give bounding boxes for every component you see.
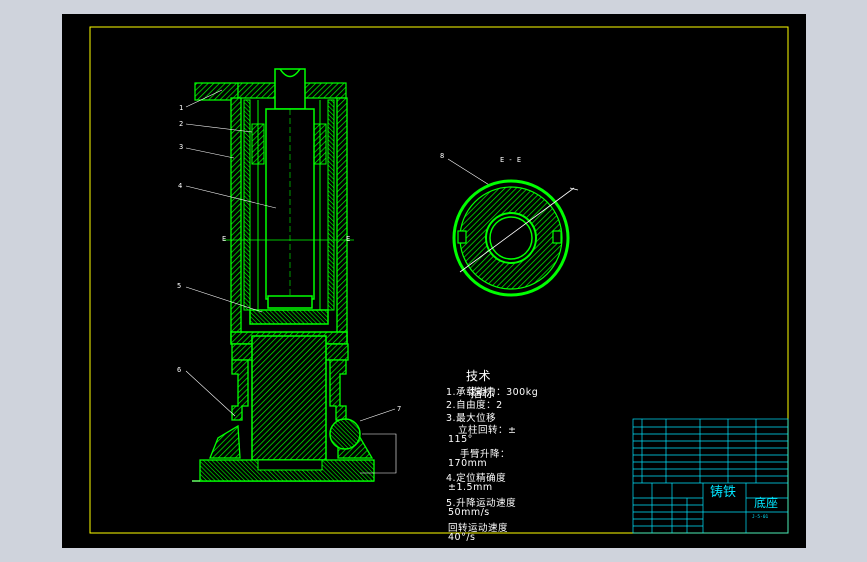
drawing-number: J-5-01 <box>752 515 769 520</box>
tech-note-line: 1.承载能力：300kg <box>446 387 539 398</box>
callout-1: 1 <box>179 104 184 112</box>
piston <box>267 295 313 309</box>
callout-3: 3 <box>179 143 184 151</box>
inner-sleeve-right <box>327 99 335 311</box>
material-label: 铸铁 <box>710 485 737 500</box>
callout-2: 2 <box>179 120 184 128</box>
callout-8: 8 <box>440 152 445 160</box>
base-shaft <box>251 335 327 461</box>
top-shaft <box>274 68 306 110</box>
tech-note-line: 170mm <box>448 458 488 469</box>
callout-7: 7 <box>397 405 402 413</box>
tech-note-line: ±1.5mm <box>448 482 493 493</box>
outer-wall-right <box>336 97 348 343</box>
base-recess <box>257 459 323 471</box>
section-mark-left: E <box>222 235 227 243</box>
base-wall-right <box>329 359 347 421</box>
drawing-sheet: E - E E E 1 2 3 4 5 6 7 8 技术 指标 1.承载能力：3… <box>62 14 806 548</box>
section-e-e-view <box>452 179 579 297</box>
base-wall-left <box>231 359 249 421</box>
tech-note-line: 115° <box>448 434 473 445</box>
pinion <box>329 418 361 450</box>
callout-5: 5 <box>177 282 182 290</box>
base-foot <box>209 424 241 459</box>
section-mark-right: E <box>346 235 351 243</box>
tech-note-line: 50mm/s <box>448 507 490 518</box>
callout-6: 6 <box>177 366 182 374</box>
key-left <box>457 230 467 244</box>
section-view-label: E - E <box>500 156 522 164</box>
tech-note-line: 2.自由度：2 <box>446 400 503 411</box>
outer-wall-left <box>230 97 242 343</box>
drawing-canvas <box>89 26 789 534</box>
key-right <box>552 230 562 244</box>
part-name-label: 底座 <box>754 496 779 510</box>
callout-4: 4 <box>178 182 183 190</box>
tech-notes-title: 技术 <box>466 369 492 383</box>
tech-note-line: 40°/s <box>448 532 476 543</box>
